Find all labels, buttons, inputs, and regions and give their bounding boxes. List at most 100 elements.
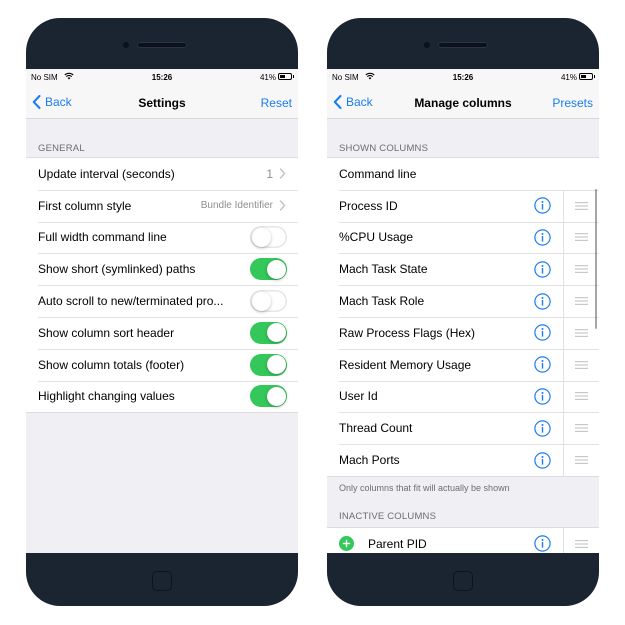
drag-handle-icon bbox=[575, 424, 588, 433]
inactive-columns-group: Parent PID bbox=[327, 526, 599, 553]
reorder-control[interactable] bbox=[563, 285, 599, 317]
info-circle-icon[interactable] bbox=[534, 324, 551, 342]
back-button[interactable]: Back bbox=[333, 95, 373, 109]
settings-group: Update interval (seconds) 1 First column s… bbox=[26, 157, 298, 414]
column-name: Mach Task Role bbox=[339, 294, 425, 309]
settings-row-label: Highlight changing values bbox=[38, 389, 175, 404]
toggle-switch[interactable] bbox=[250, 258, 287, 281]
column-name: Thread Count bbox=[339, 421, 413, 436]
presets-button[interactable]: Presets bbox=[552, 96, 593, 110]
column-name: %CPU Usage bbox=[339, 230, 414, 245]
reorder-control[interactable] bbox=[563, 412, 599, 445]
column-row[interactable]: Mach Task Role bbox=[327, 285, 599, 317]
settings-row: Show column sort header bbox=[26, 316, 298, 349]
settings-row: Full width command line bbox=[26, 221, 298, 254]
earpiece-speaker bbox=[137, 42, 187, 48]
reorder-control[interactable] bbox=[563, 527, 599, 553]
settings-row: Show short (symlinked) paths bbox=[26, 253, 298, 285]
column-row[interactable]: %CPU Usage bbox=[327, 221, 599, 254]
shown-columns-group: Command line Process ID %CPU Usage Mach Tas… bbox=[327, 157, 599, 477]
column-name: Mach Task State bbox=[339, 262, 428, 277]
navigation-bar: Back Manage columns Presets bbox=[327, 87, 599, 119]
settings-list: GENERAL Update interval (seconds) 1 First … bbox=[26, 119, 298, 553]
column-row[interactable]: Thread Count bbox=[327, 412, 599, 445]
drag-handle-icon bbox=[575, 328, 588, 337]
reorder-control[interactable] bbox=[563, 380, 599, 413]
toggle-switch[interactable] bbox=[250, 290, 287, 313]
settings-row-label: Show column sort header bbox=[38, 325, 175, 340]
toggle-knob bbox=[266, 323, 286, 343]
phone-right: No SIM 15:26 41% Back Manage columns Pre… bbox=[327, 18, 599, 606]
column-row[interactable]: Resident Memory Usage bbox=[327, 348, 599, 381]
toggle-knob bbox=[266, 386, 286, 406]
status-bar: No SIM 15:26 41% bbox=[327, 69, 599, 87]
column-row[interactable]: User Id bbox=[327, 380, 599, 413]
settings-row-label: First column style bbox=[38, 198, 132, 213]
home-button-icon[interactable] bbox=[152, 571, 172, 591]
section-header-inactive: INACTIVE COLUMNS bbox=[339, 510, 437, 522]
reorder-control[interactable] bbox=[563, 444, 599, 476]
settings-row-label: Auto scroll to new/terminated pro... bbox=[38, 294, 224, 309]
column-row[interactable]: Raw Process Flags (Hex) bbox=[327, 316, 599, 349]
settings-row: Show column totals (footer) bbox=[26, 348, 298, 381]
reorder-control[interactable] bbox=[563, 253, 599, 286]
back-label: Back bbox=[346, 95, 373, 109]
toggle-knob bbox=[251, 291, 271, 311]
column-row[interactable]: Command line bbox=[327, 158, 599, 190]
back-button[interactable]: Back bbox=[32, 95, 72, 109]
settings-row[interactable]: First column style Bundle Identifier bbox=[26, 189, 298, 222]
settings-row-label: Full width command line bbox=[38, 230, 167, 245]
column-name: Command line bbox=[339, 166, 417, 181]
drag-handle-icon bbox=[575, 360, 588, 369]
section-header-general: GENERAL bbox=[38, 143, 85, 154]
info-circle-icon[interactable] bbox=[534, 535, 551, 553]
battery-percent: 41% bbox=[560, 73, 577, 82]
drag-handle-icon bbox=[575, 265, 588, 274]
column-name: Resident Memory Usage bbox=[339, 357, 472, 372]
info-circle-icon[interactable] bbox=[534, 356, 551, 373]
section-footer-note: Only columns that fit will actually be s… bbox=[339, 482, 510, 493]
settings-row-label: Update interval (seconds) bbox=[38, 166, 175, 181]
drag-handle-icon bbox=[575, 233, 588, 242]
info-circle-icon[interactable] bbox=[534, 388, 551, 405]
drag-handle-icon bbox=[575, 201, 588, 210]
info-circle-icon[interactable] bbox=[534, 261, 551, 278]
chevron-right-icon bbox=[279, 200, 286, 211]
inactive-column-row[interactable]: Parent PID bbox=[327, 527, 599, 553]
reorder-control[interactable] bbox=[563, 348, 599, 381]
chevron-right-icon bbox=[279, 168, 286, 180]
info-circle-icon[interactable] bbox=[534, 420, 551, 437]
reorder-control[interactable] bbox=[563, 221, 599, 254]
toggle-switch[interactable] bbox=[250, 385, 287, 408]
home-button-icon[interactable] bbox=[453, 571, 473, 591]
scroll-indicator[interactable] bbox=[594, 189, 597, 329]
reorder-control[interactable] bbox=[563, 189, 599, 222]
column-name: User Id bbox=[339, 389, 378, 404]
drag-handle-icon bbox=[575, 297, 588, 306]
columns-list: SHOWN COLUMNS Command line Process ID %CPU… bbox=[327, 119, 599, 553]
column-row[interactable]: Mach Task State bbox=[327, 253, 599, 286]
toggle-switch[interactable] bbox=[250, 321, 287, 344]
front-camera bbox=[424, 42, 430, 48]
info-circle-icon[interactable] bbox=[534, 229, 551, 246]
settings-row-value: 1 bbox=[266, 166, 273, 181]
info-circle-icon[interactable] bbox=[534, 292, 551, 310]
front-camera bbox=[123, 42, 129, 48]
info-circle-icon[interactable] bbox=[534, 197, 551, 214]
status-bar: No SIM 15:26 41% bbox=[26, 69, 298, 87]
toggle-switch[interactable] bbox=[250, 226, 287, 249]
settings-row-value: Bundle Identifier bbox=[200, 200, 273, 212]
section-header-shown: SHOWN COLUMNS bbox=[339, 143, 429, 154]
settings-row-label: Show column totals (footer) bbox=[38, 357, 185, 372]
column-row[interactable]: Process ID bbox=[327, 189, 599, 222]
plus-circle-icon[interactable] bbox=[339, 536, 354, 552]
column-row[interactable]: Mach Ports bbox=[327, 444, 599, 476]
reorder-control[interactable] bbox=[563, 316, 599, 349]
drag-handle-icon bbox=[575, 539, 588, 548]
toggle-switch[interactable] bbox=[250, 353, 287, 376]
settings-row[interactable]: Update interval (seconds) 1 bbox=[26, 158, 298, 190]
column-name: Raw Process Flags (Hex) bbox=[339, 325, 476, 340]
info-circle-icon[interactable] bbox=[534, 451, 551, 469]
column-name: Mach Ports bbox=[339, 453, 400, 468]
reset-button[interactable]: Reset bbox=[261, 96, 292, 110]
